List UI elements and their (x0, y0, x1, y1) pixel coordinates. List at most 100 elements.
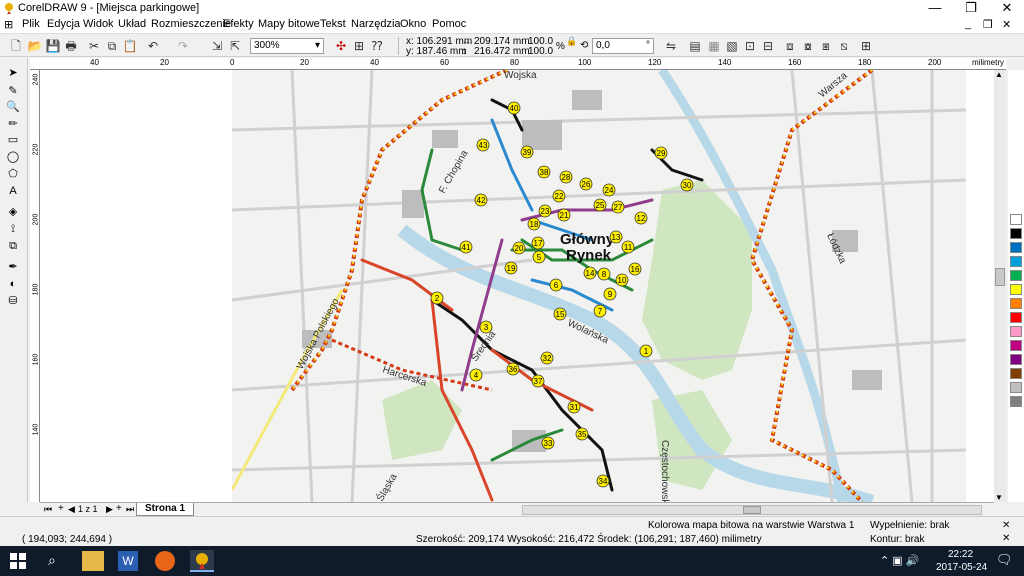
palette-swatch[interactable] (1010, 354, 1022, 365)
close-button[interactable]: ✕ (990, 0, 1024, 16)
menu-mapy-bitowe[interactable]: Mapy bitowe (258, 18, 320, 30)
windows-start-icon[interactable] (10, 553, 26, 569)
doc-restore-button[interactable]: ❐ (983, 18, 993, 31)
maximize-button[interactable]: ❐ (954, 0, 988, 16)
pick-tool-icon[interactable]: ➤ (5, 66, 21, 80)
notifications-icon[interactable]: 🗨 (996, 552, 1013, 568)
firefox-icon[interactable] (155, 551, 175, 571)
help-cursor-icon[interactable]: ⁇ (369, 38, 385, 54)
group-icon[interactable]: ▦ (706, 38, 722, 54)
rotation-field[interactable]: 0,0 ° (592, 38, 654, 54)
tray-icons[interactable]: ⌃ ▣ 🔊 (880, 554, 919, 567)
height-field[interactable]: 216.472 mm (474, 46, 530, 57)
parking-map-bitmap[interactable]: Wojska Warsza F. Chopina Harcerska Wojsk… (232, 70, 966, 502)
hscroll-thumb[interactable] (743, 506, 761, 514)
paste-icon[interactable]: 📋 (122, 38, 138, 54)
ruler-left[interactable]: 240 220 200 180 160 140 (30, 70, 40, 502)
document-menu-icon[interactable]: ⊞ (4, 18, 13, 31)
undo-icon[interactable]: ↶ (145, 38, 161, 54)
mirror-horizontal-icon[interactable]: ⇋ (663, 38, 679, 54)
copy-icon[interactable]: ⧉ (104, 38, 120, 54)
text-tool-icon[interactable]: A (5, 184, 21, 198)
align-icon[interactable]: ▤ (687, 38, 703, 54)
eyedropper-tool-icon[interactable]: ⟟ (5, 222, 21, 236)
palette-swatch[interactable] (1010, 326, 1022, 337)
scale-y-field[interactable]: 100.0 (528, 46, 553, 57)
tab-strona-1[interactable]: Strona 1 (136, 503, 195, 516)
blend-tool-icon[interactable]: ⧉ (5, 239, 21, 253)
horizontal-scrollbar[interactable] (522, 505, 982, 515)
palette-swatch[interactable] (1010, 312, 1022, 323)
to-front-icon[interactable]: ⧈ (782, 38, 798, 54)
save-icon[interactable]: 💾 (45, 38, 61, 54)
back-one-icon[interactable]: ⧅ (836, 38, 852, 54)
ellipse-tool-icon[interactable]: ◯ (5, 150, 21, 164)
outline-tool-icon[interactable]: ✒ (5, 260, 21, 274)
last-page-icon[interactable]: ⏭ (126, 504, 134, 515)
search-icon[interactable]: ⌕ (48, 552, 56, 569)
palette-swatch[interactable] (1010, 214, 1022, 225)
file-explorer-icon[interactable] (82, 551, 104, 571)
shape-tool-icon[interactable]: ✎ (5, 84, 21, 98)
add-page-before-button[interactable]: + (58, 503, 64, 514)
doc-close-button[interactable]: ✕ (1002, 18, 1011, 31)
import-icon[interactable]: ⇲ (209, 38, 225, 54)
convert-to-curves-icon[interactable]: ⊞ (858, 38, 874, 54)
interactive-fill-icon[interactable]: ◈ (5, 205, 21, 219)
zoom-tool-icon-left[interactable]: 🔍 (5, 100, 21, 114)
zoom-select[interactable]: 300% ▾ (250, 38, 324, 54)
palette-swatch[interactable] (1010, 396, 1022, 407)
freehand-tool-icon[interactable]: ✏ (5, 117, 21, 131)
ungroup-icon[interactable]: ▧ (724, 38, 740, 54)
palette-swatch[interactable] (1010, 270, 1022, 281)
break-apart-icon[interactable]: ⊟ (760, 38, 776, 54)
vertical-scrollbar[interactable]: ▲ ▼ (994, 70, 1006, 502)
palette-swatch[interactable] (1010, 298, 1022, 309)
print-icon[interactable]: 🖶 (63, 38, 79, 54)
ruler-top[interactable]: 40 20 0 20 40 60 80 100 120 140 160 180 … (30, 58, 1006, 70)
combine-icon[interactable]: ⊡ (742, 38, 758, 54)
to-back-icon[interactable]: ⧇ (800, 38, 816, 54)
scroll-up-icon[interactable]: ▲ (995, 70, 1003, 79)
rectangle-tool-icon[interactable]: ▭ (5, 133, 21, 147)
menu-uklad[interactable]: Układ (118, 18, 146, 30)
palette-swatch[interactable] (1010, 340, 1022, 351)
minimize-button[interactable]: — (918, 0, 952, 16)
palette-swatch[interactable] (1010, 382, 1022, 393)
menu-widok[interactable]: Widok (83, 18, 114, 30)
palette-swatch[interactable] (1010, 228, 1022, 239)
next-page-icon[interactable]: ▶ (106, 504, 113, 515)
snap-icon[interactable]: ⊞ (351, 38, 367, 54)
coreldraw-taskbar-icon[interactable] (190, 550, 214, 572)
doc-minimize-button[interactable]: _ (965, 18, 971, 30)
palette-swatch[interactable] (1010, 368, 1022, 379)
bucket-tool-icon[interactable]: ⛁ (5, 294, 21, 308)
new-file-icon[interactable]: 🗋 (8, 38, 24, 54)
palette-swatch[interactable] (1010, 256, 1022, 267)
palette-swatch[interactable] (1010, 242, 1022, 253)
menu-tekst[interactable]: Tekst (320, 18, 346, 30)
word-icon[interactable]: W (118, 551, 138, 571)
cut-icon[interactable]: ✂ (86, 38, 102, 54)
prev-page-icon[interactable]: ◀ (68, 504, 75, 515)
menu-rozmieszczenie[interactable]: Rozmieszczenie (151, 18, 231, 30)
position-y-field[interactable]: y: 187.46 mm (406, 46, 467, 57)
polygon-tool-icon[interactable]: ⬠ (5, 167, 21, 181)
export-icon[interactable]: ⇱ (227, 38, 243, 54)
zoom-tool-icon[interactable]: ✣ (333, 38, 349, 54)
scroll-down-icon[interactable]: ▼ (995, 493, 1003, 502)
forward-one-icon[interactable]: ⧆ (818, 38, 834, 54)
menu-narzedzia[interactable]: Narzędzia (351, 18, 401, 30)
menu-edycja[interactable]: Edycja (47, 18, 80, 30)
menu-okno[interactable]: Okno (400, 18, 426, 30)
add-page-after-button[interactable]: + (116, 503, 122, 514)
redo-icon[interactable]: ↷ (175, 38, 191, 54)
menu-pomoc[interactable]: Pomoc (432, 18, 466, 30)
open-folder-icon[interactable]: 📂 (27, 38, 43, 54)
fill-tool-icon[interactable]: ◐ (5, 277, 21, 291)
first-page-icon[interactable]: ⏮ (44, 504, 52, 515)
menu-plik[interactable]: Plik (22, 18, 40, 30)
menu-efekty[interactable]: Efekty (223, 18, 254, 30)
scroll-thumb[interactable] (995, 268, 1005, 286)
lock-ratio-icon[interactable]: 🔒 (566, 36, 577, 47)
